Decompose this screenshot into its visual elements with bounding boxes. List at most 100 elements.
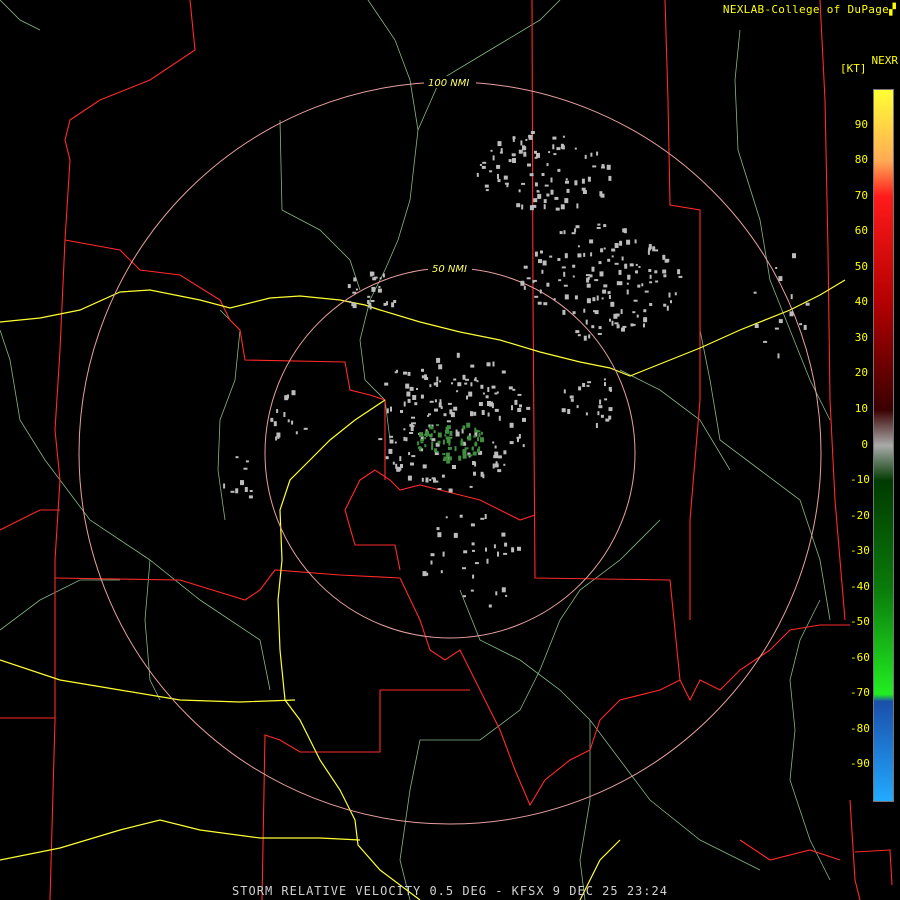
radar-echo-pixel bbox=[437, 532, 442, 538]
radar-echo-pixel bbox=[405, 437, 408, 442]
radar-echo-pixel bbox=[486, 558, 489, 564]
radar-echo-pixel bbox=[393, 300, 397, 303]
radar-echo-pixel bbox=[666, 305, 669, 311]
radar-echo-pixel bbox=[534, 295, 539, 298]
radar-echo-pixel bbox=[368, 302, 372, 308]
radar-echo-pixel bbox=[509, 441, 514, 445]
radar-echo-pixel bbox=[581, 178, 585, 184]
radar-echo-pixel bbox=[494, 408, 499, 412]
radar-echo-pixel bbox=[589, 274, 593, 278]
radar-echo-pixel bbox=[614, 322, 619, 325]
radar-echo-pixel bbox=[585, 412, 588, 416]
radar-echo-pixel bbox=[530, 131, 535, 134]
radar-echo-pixel bbox=[422, 571, 427, 577]
radar-echo-pixel bbox=[355, 288, 358, 291]
radar-echo-pixel bbox=[403, 371, 407, 375]
range-ring-labels: 50 NMI 100 NMI bbox=[424, 76, 476, 275]
radar-echo-pixel bbox=[606, 164, 611, 170]
radar-echo-pixel bbox=[438, 364, 443, 370]
radar-echo-pixel bbox=[512, 136, 516, 140]
radar-echo-pixel bbox=[777, 353, 780, 359]
radar-echo-pixel bbox=[603, 284, 608, 288]
radar-echo-pixel bbox=[480, 471, 484, 477]
radar-echo-pixel bbox=[230, 490, 235, 493]
radar-echo-pixel bbox=[544, 184, 549, 187]
radar-echo-pixel bbox=[626, 282, 629, 285]
radar-echo-pixel bbox=[613, 313, 618, 319]
velocity-tick: -80 bbox=[850, 721, 870, 735]
radar-echo-pixel bbox=[437, 432, 442, 438]
radar-echo-pixel bbox=[489, 401, 494, 407]
radar-echo-pixel bbox=[275, 436, 278, 441]
radar-echo-pixel bbox=[597, 333, 602, 335]
radar-echo-pixel bbox=[484, 184, 489, 188]
radar-echo-pixel bbox=[482, 392, 485, 395]
radar-echo-pixel bbox=[602, 289, 607, 294]
radar-echo-pixel bbox=[541, 269, 544, 274]
radar-echo-pixel bbox=[583, 308, 586, 313]
radar-echo-pixel bbox=[529, 205, 534, 211]
radar-echo-pixel bbox=[576, 405, 579, 409]
radar-echo-pixel bbox=[647, 249, 650, 255]
radar-echo-pixel bbox=[600, 248, 604, 253]
radar-echo-pixel bbox=[487, 387, 490, 392]
radar-echo-pixel bbox=[805, 302, 810, 306]
radar-echo-pixel bbox=[643, 323, 645, 328]
radar-echo-pixel bbox=[542, 260, 547, 266]
velocity-tick: -60 bbox=[850, 650, 870, 664]
radar-echo-pixel bbox=[521, 204, 524, 210]
radar-echo-pixel bbox=[648, 244, 652, 250]
velocity-tick: 90 bbox=[854, 117, 868, 131]
radar-echo-pixel bbox=[561, 266, 566, 269]
radar-echo-pixel bbox=[436, 527, 440, 531]
radar-echo-pixel bbox=[437, 488, 442, 490]
radar-echo-pixel bbox=[377, 288, 382, 293]
radar-echo-pixel bbox=[590, 152, 593, 157]
radar-echo-pixel bbox=[477, 437, 479, 442]
radar-echo-pixel bbox=[473, 435, 477, 438]
radar-echo-pixel bbox=[663, 303, 667, 307]
radar-echo-pixel bbox=[559, 231, 563, 235]
radar-echo-pixel bbox=[517, 393, 522, 396]
radar-echo-pixel bbox=[587, 176, 591, 182]
radar-echo-pixel bbox=[586, 283, 591, 288]
radar-echo-pixel bbox=[608, 175, 612, 181]
radar-echo-pixel bbox=[273, 421, 277, 427]
radar-echo-pixel bbox=[384, 382, 389, 386]
radar-echo-pixel bbox=[451, 382, 453, 385]
radar-echo-pixel bbox=[775, 267, 778, 269]
radar-echo-pixel bbox=[626, 289, 629, 295]
radar-echo-pixel bbox=[490, 149, 493, 152]
velocity-tick: 30 bbox=[854, 330, 868, 344]
radar-echo-pixel bbox=[621, 327, 625, 332]
radar-echo-pixel bbox=[352, 291, 357, 294]
radar-echo-pixel bbox=[442, 453, 446, 456]
radar-echo-pixel bbox=[456, 390, 459, 393]
radar-echo-pixel bbox=[414, 402, 418, 406]
radar-echo-pixel bbox=[455, 431, 460, 437]
radar-echo-pixel bbox=[439, 380, 442, 383]
radar-echo-pixel bbox=[473, 411, 477, 416]
radar-echo-pixel bbox=[623, 228, 627, 234]
radar-echo-pixel bbox=[472, 461, 475, 465]
radar-echo-pixel bbox=[412, 395, 417, 400]
radar-echo-pixel bbox=[456, 352, 460, 358]
radar-echo-pixel bbox=[597, 223, 601, 226]
radar-echo-pixel bbox=[276, 409, 279, 413]
radar-echo-pixel bbox=[489, 170, 493, 173]
radar-echo-pixel bbox=[493, 455, 496, 459]
radar-echo-pixel bbox=[410, 462, 414, 466]
radar-echo-pixel bbox=[574, 295, 578, 300]
radar-echo-pixel bbox=[466, 395, 468, 400]
radar-echo-pixel bbox=[508, 386, 513, 390]
radar-echo-pixel bbox=[570, 398, 574, 402]
radar-echo-pixel bbox=[349, 300, 351, 303]
radar-echo-pixel bbox=[459, 514, 463, 518]
radar-echo-pixel bbox=[603, 224, 607, 228]
radar-echo-pixel bbox=[638, 266, 641, 268]
radar-echo-pixel bbox=[552, 136, 557, 140]
radar-echo-pixel bbox=[607, 291, 611, 295]
radar-echo-pixel bbox=[597, 411, 600, 416]
radar-echo-pixel bbox=[596, 151, 599, 156]
radar-echo-pixel bbox=[600, 193, 605, 198]
